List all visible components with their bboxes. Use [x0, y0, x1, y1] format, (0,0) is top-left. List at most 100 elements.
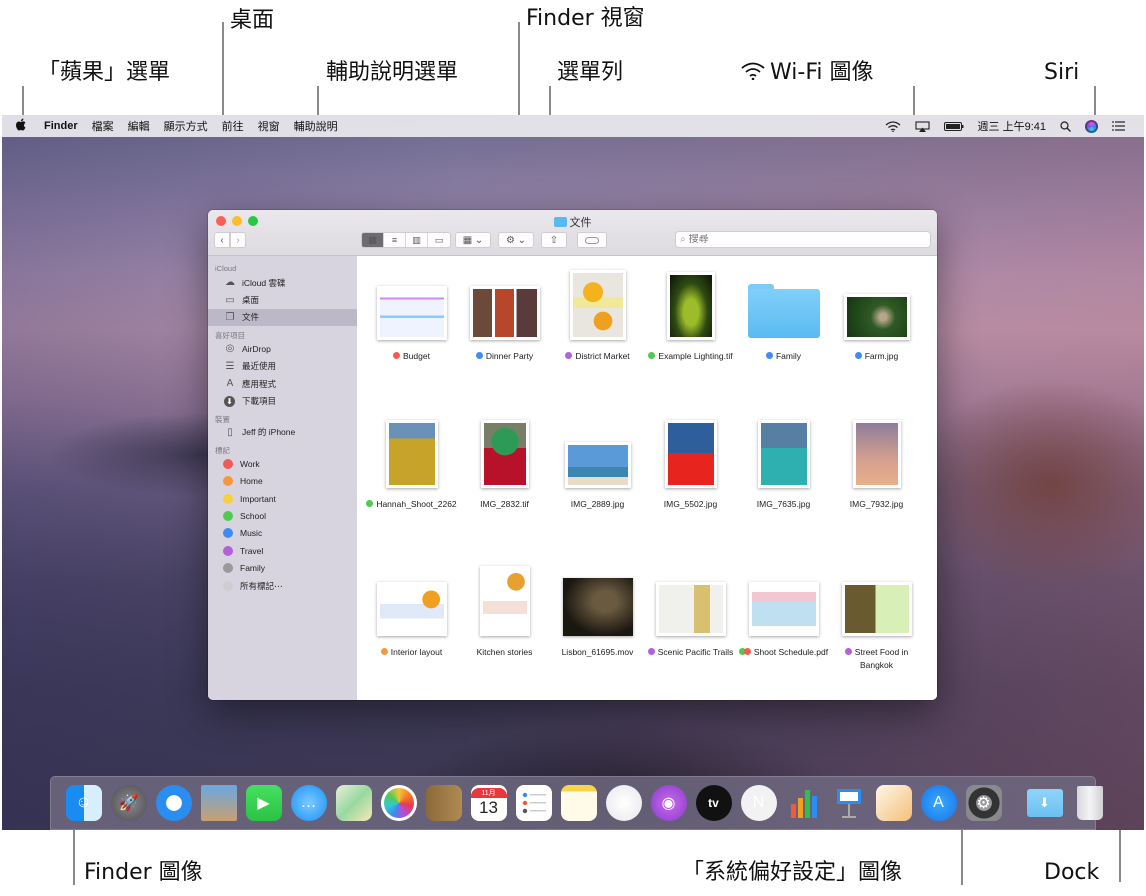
sidebar-item[interactable]: ▭ 桌面: [208, 291, 357, 308]
sidebar-tag[interactable]: Travel: [208, 542, 357, 559]
sidebar-tag[interactable]: Important: [208, 490, 357, 507]
icon-view-button[interactable]: ▦: [362, 233, 384, 247]
file-item[interactable]: IMG_7932.jpg: [830, 410, 923, 558]
file-item[interactable]: Dinner Party: [458, 262, 551, 410]
file-item[interactable]: Budget: [365, 262, 458, 410]
menu-file[interactable]: 檔案: [85, 118, 121, 134]
callout-finder-window: Finder 視窗: [526, 6, 645, 31]
sidebar-tag[interactable]: Home: [208, 473, 357, 490]
dock-app-launchpad[interactable]: 🚀: [110, 785, 147, 821]
file-item[interactable]: Example Lighting.tif: [644, 262, 737, 410]
menu-edit[interactable]: 編輯: [121, 118, 157, 134]
search-field[interactable]: ⌕: [675, 231, 931, 248]
dock-app-news[interactable]: N: [740, 785, 777, 821]
dock-app-calendar[interactable]: 11月 13: [470, 785, 507, 821]
gallery-view-button[interactable]: ▭: [428, 233, 450, 247]
sidebar-item[interactable]: ☰ 最近使用: [208, 358, 357, 375]
dock-app-keynote[interactable]: [831, 785, 867, 821]
list-view-button[interactable]: ≡: [384, 233, 406, 247]
file-item[interactable]: Farm.jpg: [830, 262, 923, 410]
sidebar-item[interactable]: ▯ Jeff 的 iPhone: [208, 424, 357, 441]
dock-stack-downloads[interactable]: ⬇: [1026, 785, 1063, 821]
dock-app-numbers[interactable]: [786, 785, 822, 821]
dock-app-safari[interactable]: [155, 785, 192, 821]
dock-app-podcasts[interactable]: ◉: [650, 785, 687, 821]
menu-go[interactable]: 前往: [215, 118, 251, 134]
dock-app-mail[interactable]: [200, 785, 237, 821]
file-name: IMG_2832.tif: [459, 498, 551, 511]
dock-app-finder[interactable]: ☺: [65, 785, 102, 821]
file-thumbnail-wrap: [365, 558, 458, 636]
file-item[interactable]: Lisbon_61695.mov: [551, 558, 644, 700]
podcasts-icon: ◉: [650, 785, 687, 821]
sidebar-tag[interactable]: School: [208, 507, 357, 524]
menu-help[interactable]: 輔助說明: [287, 118, 345, 134]
dock-app-contacts[interactable]: [425, 785, 462, 821]
file-item[interactable]: Street Food in Bangkok: [830, 558, 923, 700]
file-item[interactable]: IMG_7635.jpg: [737, 410, 830, 558]
siri-button[interactable]: [1078, 119, 1105, 133]
forward-button[interactable]: ›: [230, 232, 246, 248]
file-tag-dot: [648, 352, 656, 359]
sidebar-tag[interactable]: Music: [208, 525, 357, 542]
file-thumbnail: [569, 270, 626, 340]
sidebar-tag[interactable]: Work: [208, 455, 357, 472]
desktop[interactable]: Finder 檔案 編輯 顯示方式 前往 視窗 輔助說明 週三 上午9:41 文…: [2, 115, 1144, 830]
dock-stack-trash[interactable]: [1072, 785, 1108, 821]
sidebar-item[interactable]: ❐ 文件: [208, 308, 357, 327]
file-item[interactable]: Hannah_Shoot_2262: [365, 410, 458, 558]
file-item[interactable]: Scenic Pacific Trails: [644, 558, 737, 700]
dock-app-maps[interactable]: [335, 785, 372, 821]
wifi-status-button[interactable]: [878, 120, 908, 132]
file-item[interactable]: Shoot Schedule.pdf: [737, 558, 830, 700]
file-item[interactable]: Family: [737, 262, 830, 410]
sidebar-item[interactable]: ◎ AirDrop: [208, 340, 357, 357]
file-item[interactable]: District Market: [551, 262, 644, 410]
group-by-button[interactable]: ▦ ⌄: [455, 232, 491, 248]
file-item[interactable]: IMG_2832.tif: [458, 410, 551, 558]
apple-menu[interactable]: [2, 118, 37, 134]
file-item[interactable]: IMG_2889.jpg: [551, 410, 644, 558]
chevron-left-icon: ‹: [220, 234, 224, 246]
back-button[interactable]: ‹: [214, 232, 230, 248]
sidebar-item[interactable]: A 應用程式: [208, 375, 357, 392]
dock-app-messages[interactable]: …: [290, 785, 327, 821]
dock-app-reminders[interactable]: [515, 785, 552, 821]
share-button[interactable]: ⇧: [541, 232, 567, 248]
menu-view[interactable]: 顯示方式: [157, 118, 215, 134]
airplay-button[interactable]: [908, 120, 937, 132]
dock-app-tv[interactable]: tv: [695, 785, 732, 821]
finder-window[interactable]: 文件 ‹ › ▦ ≡ ▥ ▭ ▦ ⌄ ⚙ ⌄ ⇧ ⌕ 搜尋 iCloud ☁ i…: [208, 210, 937, 700]
file-thumbnail-wrap: [644, 410, 737, 488]
file-item[interactable]: IMG_5502.jpg: [644, 410, 737, 558]
menu-window[interactable]: 視窗: [251, 118, 287, 134]
notification-center-button[interactable]: [1105, 121, 1132, 131]
spotlight-button[interactable]: [1053, 120, 1078, 132]
action-menu-button[interactable]: ⚙ ⌄: [498, 232, 534, 248]
column-view-button[interactable]: ▥: [406, 233, 428, 247]
tags-button[interactable]: [577, 232, 607, 248]
search-input[interactable]: [688, 234, 909, 245]
file-item[interactable]: Kitchen stories: [458, 558, 551, 700]
sidebar-tag[interactable]: 所有標記⋯: [208, 577, 357, 594]
dock-app-pages[interactable]: [875, 785, 912, 821]
menu-finder[interactable]: Finder: [37, 120, 85, 132]
sidebar-item[interactable]: ☁ iCloud 雲碟: [208, 274, 357, 291]
dock-app-photos[interactable]: [380, 785, 417, 821]
sidebar-item-label: Jeff 的 iPhone: [242, 427, 296, 438]
dock-app-music[interactable]: ♫: [605, 785, 642, 821]
sidebar-item-label: 最近使用: [242, 361, 277, 372]
file-item[interactable]: Interior layout: [365, 558, 458, 700]
tv-icon: tv: [695, 785, 732, 821]
dock-app-facetime[interactable]: ▶: [245, 785, 282, 821]
file-tag-dot: [393, 352, 401, 359]
dock-app-app-store[interactable]: A: [920, 785, 957, 821]
sidebar-tag[interactable]: Family: [208, 559, 357, 576]
dock-app-notes[interactable]: [560, 785, 597, 821]
sidebar-item[interactable]: ⬇ 下載項目: [208, 392, 357, 409]
clock[interactable]: 週三 上午9:41: [971, 118, 1053, 134]
finder-toolbar: 文件 ‹ › ▦ ≡ ▥ ▭ ▦ ⌄ ⚙ ⌄ ⇧ ⌕: [208, 210, 937, 256]
dock-app-system-preferences[interactable]: ⚙: [965, 785, 1002, 821]
battery-button[interactable]: [937, 121, 971, 131]
calendar-month: 11月: [470, 787, 507, 798]
